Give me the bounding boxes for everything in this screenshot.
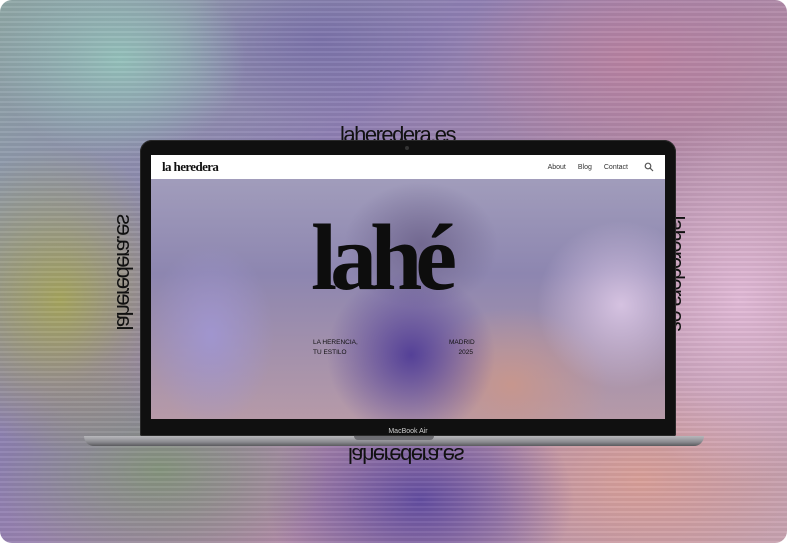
nav-menu: About Blog Contact (548, 155, 654, 179)
nav-about-link[interactable]: About (548, 164, 566, 171)
laptop-lid: la heredera About Blog Contact lahé LA H… (140, 140, 676, 436)
hero-tagline-line1: LA HERENCIA, (313, 339, 358, 346)
laptop-notch (354, 436, 434, 440)
hero-location-city: MADRID (449, 339, 475, 346)
hero-tagline: LA HERENCIA, TU ESTILO (313, 338, 358, 358)
nav-blog-link[interactable]: Blog (578, 164, 592, 171)
search-icon[interactable] (644, 162, 654, 172)
nav-contact-link[interactable]: Contact (604, 164, 628, 171)
laptop-base (84, 436, 704, 446)
domain-text-bottom-mirrored: laheredera.es (348, 443, 464, 468)
site-logo[interactable]: la heredera (162, 159, 219, 175)
hero-tagline-line2: TU ESTILO (313, 349, 347, 356)
site-header: la heredera About Blog Contact (151, 155, 665, 179)
background-photo: laheredera.es laheredera.es laheredera.e… (0, 0, 787, 543)
website-screen: la heredera About Blog Contact lahé LA H… (151, 155, 665, 419)
domain-text-left-vertical: laheredera.es (112, 215, 137, 331)
hero-title: lahé (311, 206, 457, 310)
device-label: MacBook Air (388, 428, 428, 435)
hero-location: MADRID 2025 (449, 338, 475, 358)
camera-icon (405, 146, 409, 150)
hero-location-year: 2025 (458, 349, 473, 356)
